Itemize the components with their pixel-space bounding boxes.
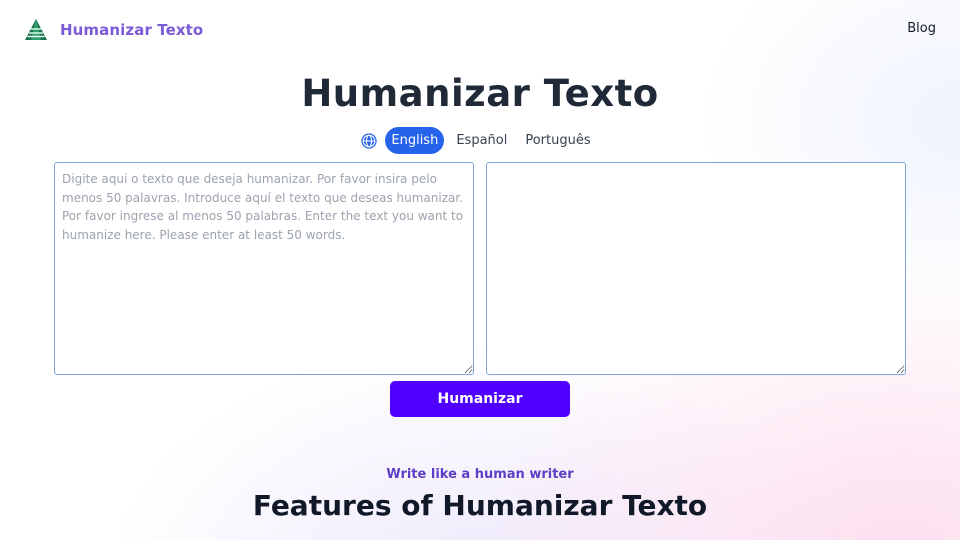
- features-title: Features of Humanizar Texto: [252, 489, 708, 522]
- humanize-button[interactable]: Humanizar: [390, 381, 570, 417]
- blog-link[interactable]: Blog: [907, 21, 936, 36]
- top-nav: Humanizar Texto Blog: [0, 0, 960, 60]
- input-text-area[interactable]: [54, 162, 474, 375]
- globe-icon: [361, 132, 378, 149]
- language-option-portuguese[interactable]: Português: [516, 127, 599, 154]
- language-selector: English Español Português: [0, 127, 960, 154]
- features-eyebrow: Write like a human writer: [386, 467, 574, 482]
- brand-link[interactable]: Humanizar Texto: [24, 18, 203, 42]
- brand-name: Humanizar Texto: [60, 21, 204, 39]
- output-text-area[interactable]: [486, 162, 906, 375]
- language-option-english[interactable]: English: [385, 127, 445, 154]
- page-title: Humanizar Texto: [301, 72, 659, 115]
- language-option-spanish[interactable]: Español: [447, 127, 516, 154]
- pyramid-logo-icon: [25, 19, 47, 40]
